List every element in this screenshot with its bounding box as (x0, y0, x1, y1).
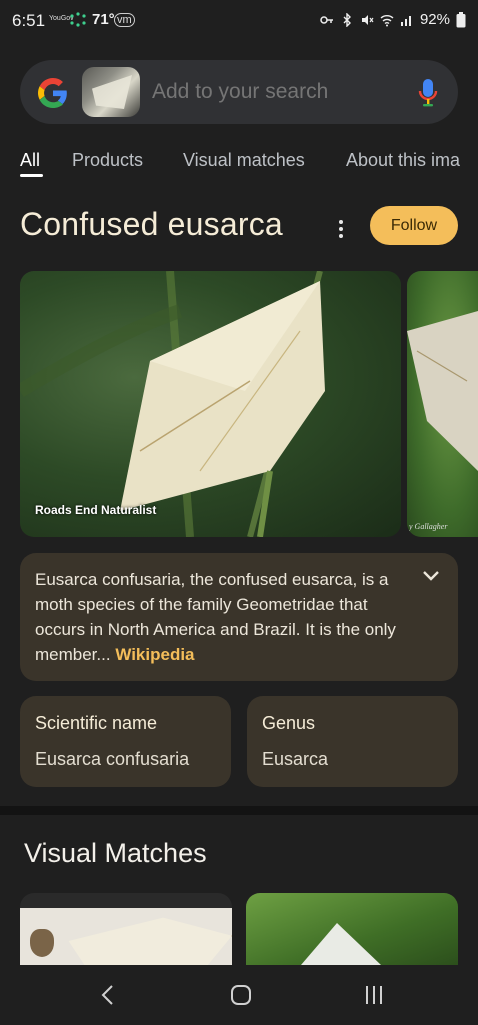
battery-icon (456, 11, 466, 27)
entity-title: Confused eusarca (20, 206, 283, 242)
wifi-icon (380, 14, 394, 26)
visual-match-card-2[interactable] (246, 893, 458, 965)
mute-icon (361, 14, 374, 25)
result-tabs: All Products Visual matches About this i… (20, 148, 478, 178)
recents-icon[interactable] (359, 982, 389, 1008)
match-moth-body (30, 929, 54, 957)
search-input[interactable] (152, 80, 392, 104)
active-tab-indicator (20, 174, 43, 177)
moth-photo (20, 271, 325, 537)
description-body: Eusarca confusaria, the confused eusarca… (35, 570, 396, 664)
entity-image-2[interactable]: y Gallagher (407, 271, 478, 537)
image-source-caption: y Gallagher (409, 522, 448, 531)
entity-image-1[interactable]: Roads End Naturalist (20, 271, 401, 537)
home-icon[interactable] (226, 982, 256, 1008)
mic-icon[interactable] (417, 78, 439, 108)
system-nav-bar (0, 965, 478, 1025)
visual-match-card-1[interactable] (20, 893, 232, 965)
key-icon (320, 15, 333, 24)
scientific-name-card[interactable]: Scientific name Eusarca confusaria (20, 696, 231, 787)
status-temperature: 71° (92, 11, 115, 28)
battery-percent: 92% (419, 11, 450, 28)
more-options-icon[interactable] (336, 218, 346, 240)
description-text: Eusarca confusaria, the confused eusarca… (35, 567, 407, 667)
moth-photo-2 (407, 311, 478, 471)
tab-visual-matches[interactable]: Visual matches (183, 150, 305, 171)
chevron-down-icon[interactable] (422, 569, 440, 583)
back-icon[interactable] (93, 982, 123, 1008)
visual-matches-heading: Visual Matches (24, 838, 207, 868)
fact-value: Eusarca (262, 749, 329, 769)
google-g-icon[interactable] (38, 78, 68, 108)
status-bar: 6:51 YouGov 71° vm 92% (0, 0, 478, 42)
section-divider (0, 806, 478, 815)
tab-about-this-image[interactable]: About this ima (346, 150, 460, 171)
fact-label: Scientific name (35, 713, 158, 733)
query-image-thumbnail[interactable] (82, 67, 140, 117)
tab-all[interactable]: All (20, 150, 40, 171)
image-source-caption: Roads End Naturalist (35, 503, 157, 517)
status-right-group: 92% (320, 11, 466, 28)
status-time: 6:51 (12, 11, 46, 30)
follow-button[interactable]: Follow (370, 206, 458, 245)
vm-badge: vm (114, 13, 135, 27)
genus-card[interactable]: Genus Eusarca (247, 696, 458, 787)
search-bar[interactable] (20, 60, 458, 124)
signal-icon (400, 15, 411, 26)
bluetooth-icon (343, 12, 351, 27)
fact-label: Genus (262, 713, 316, 733)
wikipedia-link[interactable]: Wikipedia (115, 645, 194, 664)
sparkle-dots-icon (70, 12, 86, 27)
fact-value: Eusarca confusaria (35, 749, 190, 769)
description-card[interactable]: Eusarca confusaria, the confused eusarca… (20, 553, 458, 681)
tab-products[interactable]: Products (72, 150, 143, 171)
match-moth-wing (301, 923, 381, 965)
